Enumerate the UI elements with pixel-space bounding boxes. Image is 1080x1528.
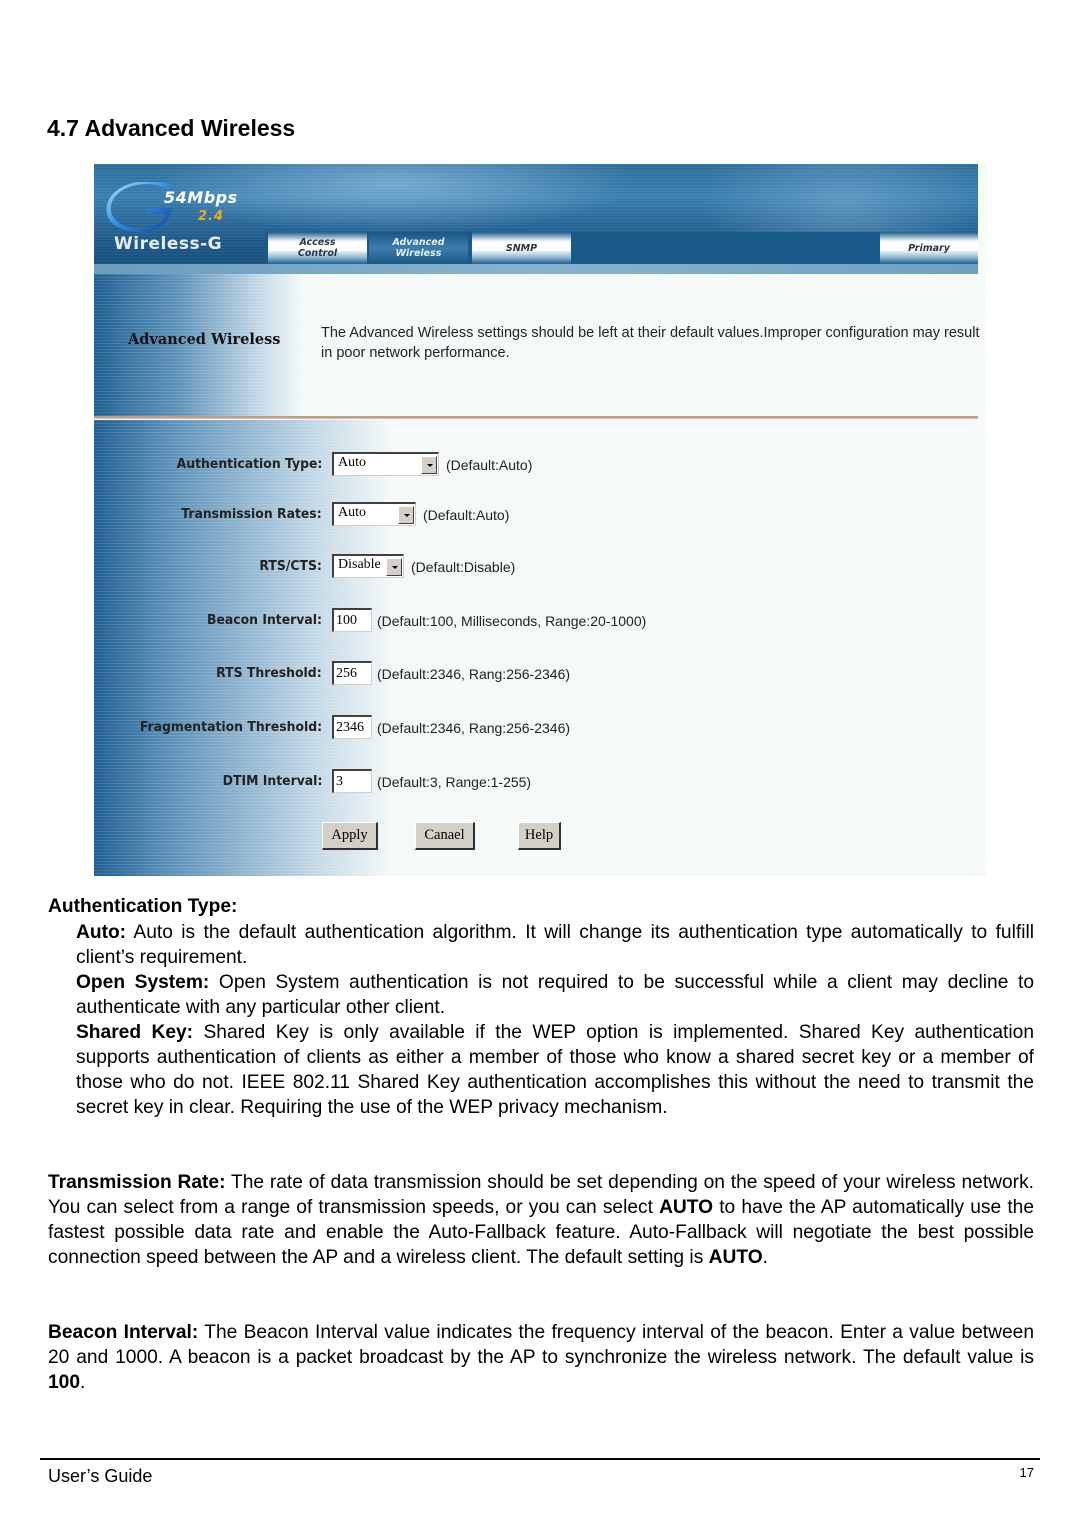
help-button[interactable]: Help <box>518 822 561 850</box>
field-label: Authentication Type: <box>176 456 322 472</box>
cancel-button[interactable]: Canael <box>415 822 475 850</box>
tab-advanced-wireless[interactable]: Advanced Wireless <box>369 232 468 264</box>
field-hint: (Default:2346, Rang:256-2346) <box>377 666 571 682</box>
chevron-down-icon[interactable] <box>398 506 414 524</box>
rts-cts-select[interactable]: Disable <box>332 554 404 578</box>
panel-description: The Advanced Wireless settings should be… <box>321 325 980 361</box>
footer-divider <box>40 1458 1040 1460</box>
definition: Auto is the default authentication algor… <box>76 922 1034 968</box>
page-number: 17 <box>1019 1465 1034 1480</box>
select-value: Auto <box>338 505 366 520</box>
term: Auto: <box>76 922 127 943</box>
apply-button[interactable]: Apply <box>322 822 378 850</box>
logo-frequency: 2.4 <box>198 209 225 224</box>
field-hint: (Default:2346, Rang:256-2346) <box>377 720 571 736</box>
field-hint: (Default:Disable) <box>411 559 516 575</box>
term: Open System: <box>76 972 210 993</box>
tab-access-control[interactable]: Access Control <box>268 232 367 264</box>
chevron-down-icon[interactable] <box>386 558 402 576</box>
divider <box>94 416 978 419</box>
open-system-paragraph: Open System: Open System authentication … <box>76 970 1034 1020</box>
definition: Shared Key is only available if the WEP … <box>76 1022 1034 1118</box>
tab-snmp[interactable]: SNMP <box>472 232 571 264</box>
router-config-screenshot: 54Mbps 2.4 Wireless-G Access Control Adva… <box>94 164 986 876</box>
tab-label: Primary <box>908 242 950 254</box>
tab-label: Control <box>297 248 338 259</box>
tab-label: SNMP <box>505 242 538 254</box>
transmission-rates-select[interactable]: Auto <box>332 502 416 526</box>
rts-threshold-input[interactable] <box>332 661 372 685</box>
emphasis: AUTO <box>708 1247 763 1268</box>
form-row-authentication-type: Authentication Type: Auto (Default:Auto) <box>94 452 986 478</box>
emphasis: 100 <box>48 1372 81 1393</box>
authentication-type-heading: Authentication Type: <box>48 896 238 917</box>
field-hint: (Default:Auto) <box>423 507 510 523</box>
panel-heading: Advanced Wireless <box>128 331 281 348</box>
side-gradient <box>94 420 394 876</box>
form-row-transmission-rates: Transmission Rates: Auto (Default:Auto) <box>94 502 986 528</box>
field-label: Transmission Rates: <box>181 506 322 522</box>
field-label: RTS/CTS: <box>259 558 322 574</box>
tab-label: Advanced <box>392 237 445 248</box>
field-label: RTS Threshold: <box>216 665 322 681</box>
dtim-interval-input[interactable] <box>332 769 372 793</box>
beacon-interval-paragraph: Beacon Interval: The Beacon Interval val… <box>48 1320 1034 1395</box>
field-label: Fragmentation Threshold: <box>139 719 322 735</box>
beacon-interval-input[interactable] <box>332 608 372 632</box>
definition: . <box>80 1372 86 1393</box>
form-row-rts-cts: RTS/CTS: Disable (Default:Disable) <box>94 554 986 580</box>
definition: Open System authentication is not requir… <box>76 972 1034 1018</box>
logo-product: Wireless-G <box>114 234 223 254</box>
field-hint: (Default:3, Range:1-255) <box>377 774 532 790</box>
transmission-rate-paragraph: Transmission Rate: The rate of data tran… <box>48 1170 1034 1270</box>
logo-speed: 54Mbps <box>164 188 238 207</box>
tab-primary[interactable]: Primary <box>880 232 978 264</box>
tab-label: Access <box>299 237 336 248</box>
emphasis: AUTO <box>659 1197 714 1218</box>
field-hint: (Default:Auto) <box>446 457 533 473</box>
form-row-rts-threshold: RTS Threshold: (Default:2346, Rang:256-2… <box>94 661 986 687</box>
shared-key-paragraph: Shared Key: Shared Key is only available… <box>76 1020 1034 1120</box>
banner-strip <box>94 264 978 274</box>
form-row-fragmentation-threshold: Fragmentation Threshold: (Default:2346, … <box>94 715 986 741</box>
form-row-beacon-interval: Beacon Interval: (Default:100, Milliseco… <box>94 608 986 634</box>
field-hint: (Default:100, Milliseconds, Range:20-100… <box>377 613 647 629</box>
footer-title: User’s Guide <box>48 1466 153 1486</box>
auto-paragraph: Auto: Auto is the default authentication… <box>76 920 1034 970</box>
term: Transmission Rate: <box>48 1172 226 1193</box>
field-label: Beacon Interval: <box>207 612 322 628</box>
section-title: 4.7 Advanced Wireless <box>47 115 296 141</box>
authentication-type-select[interactable]: Auto <box>332 452 439 476</box>
term: Beacon Interval: <box>48 1322 199 1343</box>
form-row-dtim-interval: DTIM Interval: (Default:3, Range:1-255) <box>94 769 986 795</box>
definition: . <box>762 1247 768 1268</box>
fragmentation-threshold-input[interactable] <box>332 715 372 739</box>
select-value: Disable <box>338 557 381 572</box>
term: Shared Key: <box>76 1022 194 1043</box>
field-label: DTIM Interval: <box>222 773 322 789</box>
select-value: Auto <box>338 455 366 470</box>
chevron-down-icon[interactable] <box>421 456 437 474</box>
tab-label: Wireless <box>395 248 442 259</box>
